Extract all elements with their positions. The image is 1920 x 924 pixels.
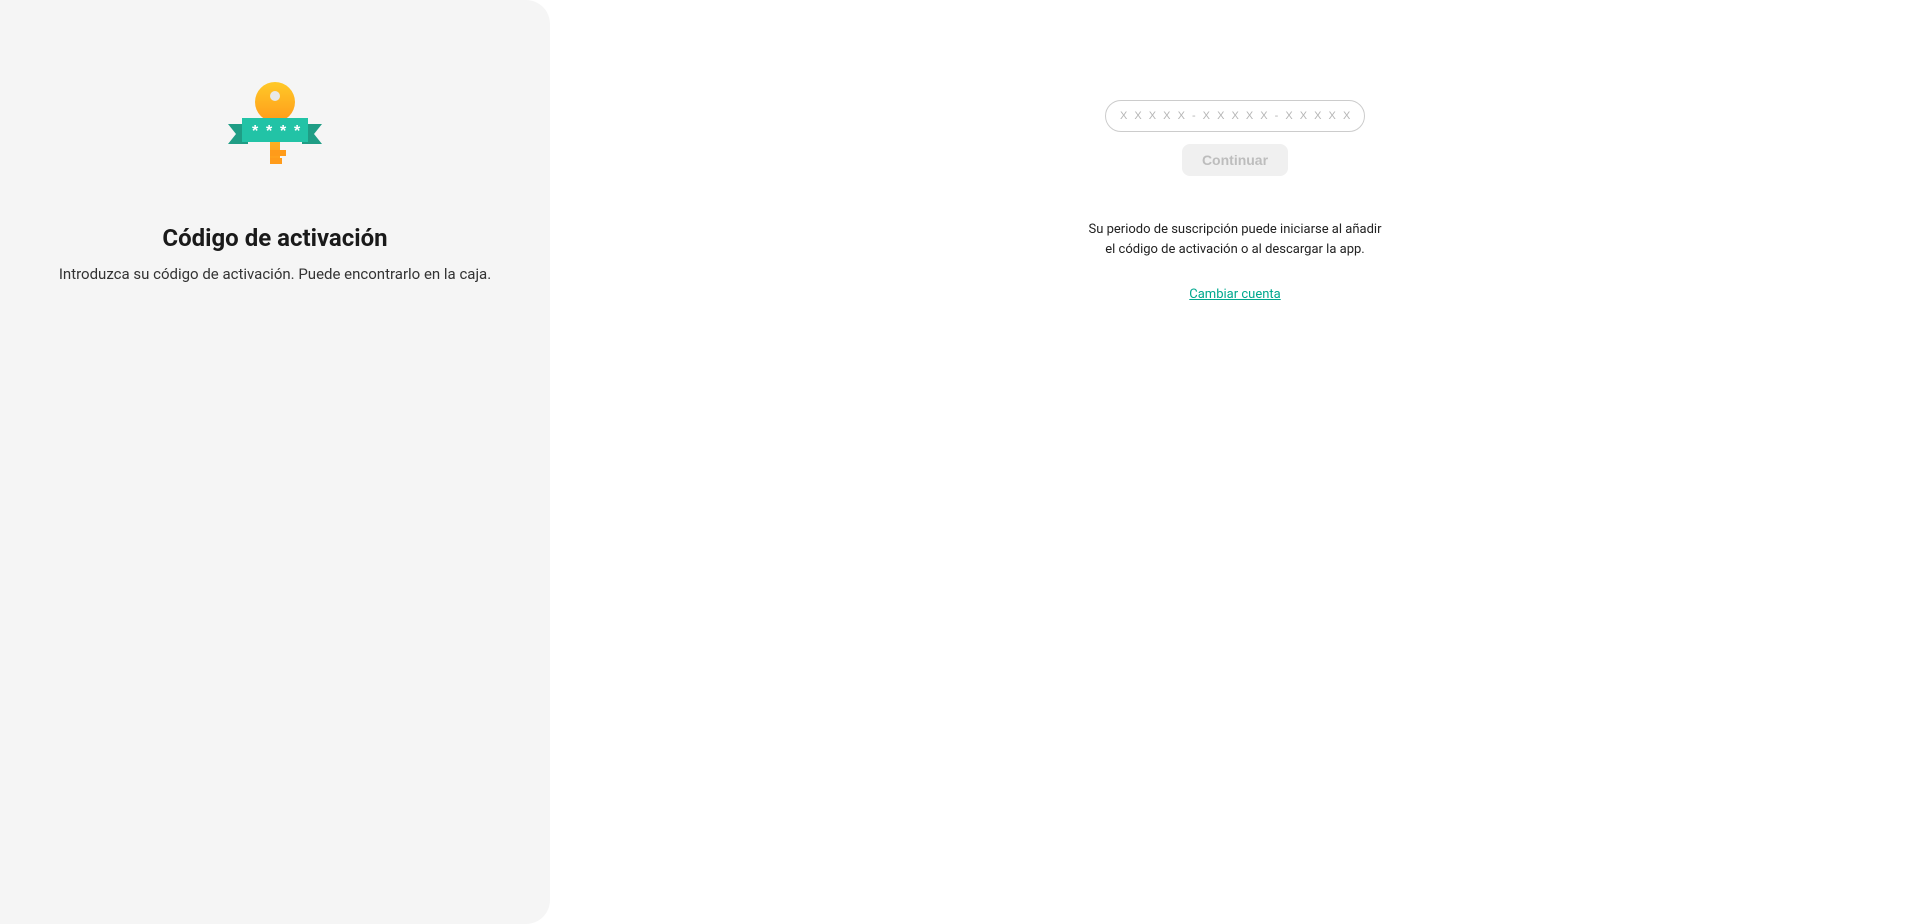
activation-key-icon: * * * * xyxy=(220,80,330,184)
page-subtitle: Introduzca su código de activación. Pued… xyxy=(59,264,491,285)
page-title: Código de activación xyxy=(162,224,387,252)
svg-text:*: * xyxy=(294,123,301,140)
activation-form: Continuar Su periodo de suscripción pued… xyxy=(550,100,1920,302)
left-panel: * * * * Código de activación Introduzca … xyxy=(0,0,550,924)
svg-text:*: * xyxy=(280,123,287,140)
switch-account-link[interactable]: Cambiar cuenta xyxy=(1189,287,1280,302)
subscription-info-text: Su periodo de suscripción puede iniciars… xyxy=(1085,220,1385,259)
continue-button[interactable]: Continuar xyxy=(1182,144,1288,176)
svg-text:*: * xyxy=(266,123,273,140)
activation-code-input[interactable] xyxy=(1105,100,1365,132)
svg-text:*: * xyxy=(252,123,259,140)
right-panel: Continuar Su periodo de suscripción pued… xyxy=(550,0,1920,924)
